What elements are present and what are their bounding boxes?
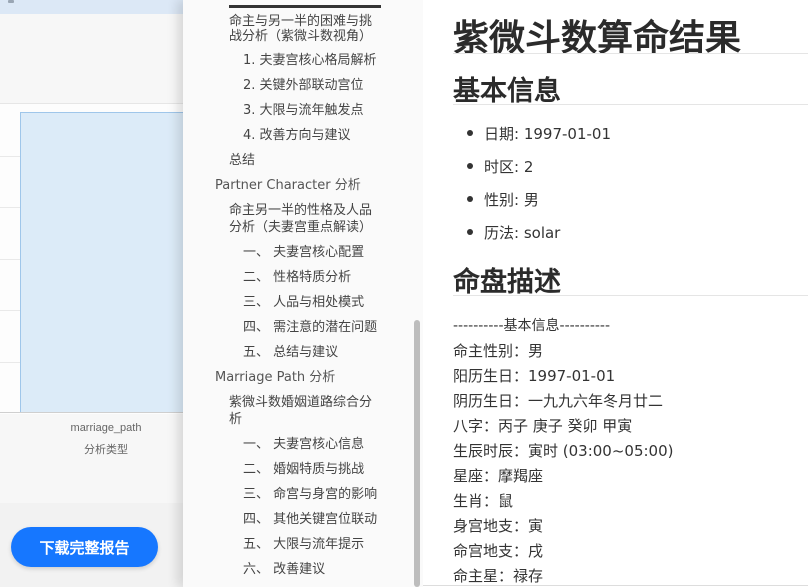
toc-item[interactable]: Partner Character 分析: [215, 177, 361, 195]
desc-line: 阴历生日：一九九六年冬月廿二: [453, 392, 664, 410]
toc-item[interactable]: 分析（夫妻宫重点解读）: [229, 219, 372, 237]
toc-item[interactable]: 4. 改善方向与建议: [243, 127, 351, 145]
toc-item[interactable]: 命主另一半的性格及人品: [229, 202, 372, 220]
x-tick-label: marriage_path: [70, 422, 142, 434]
heading-divider: [453, 295, 808, 296]
desc-line: 阳历生日：1997-01-01: [453, 367, 616, 385]
download-report-button[interactable]: 下载完整报告: [11, 527, 158, 567]
toc-item[interactable]: 一、 夫妻宫核心配置: [243, 244, 364, 262]
toc-item[interactable]: 二、 性格特质分析: [243, 269, 351, 287]
toc-item[interactable]: 紫微斗数婚姻道路综合分: [229, 394, 372, 412]
chart-desc-heading: 命盘描述: [453, 267, 561, 298]
toc-item[interactable]: 六、 改善建议: [243, 561, 325, 579]
desc-line: 生肖：鼠: [453, 492, 514, 510]
desc-line: 命主星：禄存: [453, 567, 544, 585]
toc-item[interactable]: 二、 婚姻特质与挑战: [243, 461, 364, 479]
toc-item[interactable]: 四、 其他关键宫位联动: [243, 511, 377, 529]
desc-line: ----------基本信息----------: [453, 318, 611, 334]
chart-panel: marriage_path 分析类型 下载完整报告: [0, 0, 183, 587]
toc-item[interactable]: 一、 夫妻宫核心信息: [243, 436, 364, 454]
desc-line: 生辰时辰：寅时 (03:00~05:00): [453, 442, 674, 460]
desc-line: 命主性别：男: [453, 342, 544, 360]
basic-info-item: 性别: 男: [484, 191, 539, 209]
toc-item[interactable]: 五、 大限与流年提示: [243, 536, 364, 554]
desc-line: 星座：摩羯座: [453, 467, 544, 485]
toc-active-indicator: [229, 5, 381, 8]
basic-info-item: 日期: 1997-01-01: [484, 125, 611, 143]
desc-line: 八字：丙子 庚子 癸卯 甲寅: [453, 417, 633, 435]
header-marker: [8, 0, 14, 3]
toc-item[interactable]: 3. 大限与流年触发点: [243, 102, 364, 120]
bullet-icon: [467, 229, 473, 235]
content-bottom-divider: [423, 585, 808, 586]
x-axis-line: [0, 412, 183, 413]
toc-item[interactable]: 三、 命宫与身宫的影响: [243, 486, 377, 504]
toc-item[interactable]: 四、 需注意的潜在问题: [243, 319, 377, 337]
desc-line: 身宫地支：寅: [453, 517, 544, 535]
chart-bar[interactable]: [20, 112, 183, 413]
bullet-icon: [467, 163, 473, 169]
toc-item[interactable]: 析: [229, 411, 242, 429]
basic-info-item: 时区: 2: [484, 158, 534, 176]
toc-item[interactable]: 1. 夫妻宫核心格局解析: [243, 52, 377, 70]
toc-item[interactable]: 总结: [229, 152, 255, 170]
basic-info-item: 历法: solar: [484, 224, 561, 242]
toc-item[interactable]: Marriage Path 分析: [215, 369, 335, 387]
chart-panel-header: [0, 0, 183, 14]
toc-item[interactable]: 2. 关键外部联动宫位: [243, 77, 364, 95]
table-of-contents: 命主与另一半的困难与挑 战分析（紫微斗数视角） 1. 夫妻宫核心格局解析 2. 关键外…: [183, 0, 423, 587]
basic-info-heading: 基本信息: [453, 76, 561, 107]
x-axis-label: 分析类型: [84, 444, 128, 456]
toc-scrollbar[interactable]: [414, 320, 420, 587]
result-content: 紫微斗数算命结果 基本信息 日期: 1997-01-01 时区: 2 性别: 男…: [423, 0, 808, 587]
toc-item[interactable]: 三、 人品与相处模式: [243, 294, 364, 312]
bullet-icon: [467, 130, 473, 136]
desc-line: 命宫地支：戌: [453, 542, 544, 560]
heading-divider: [453, 104, 808, 105]
toc-item[interactable]: 五、 总结与建议: [243, 344, 338, 362]
toc-item[interactable]: 战分析（紫微斗数视角）: [229, 28, 372, 46]
bullet-icon: [467, 196, 473, 202]
title-divider: [453, 53, 808, 54]
